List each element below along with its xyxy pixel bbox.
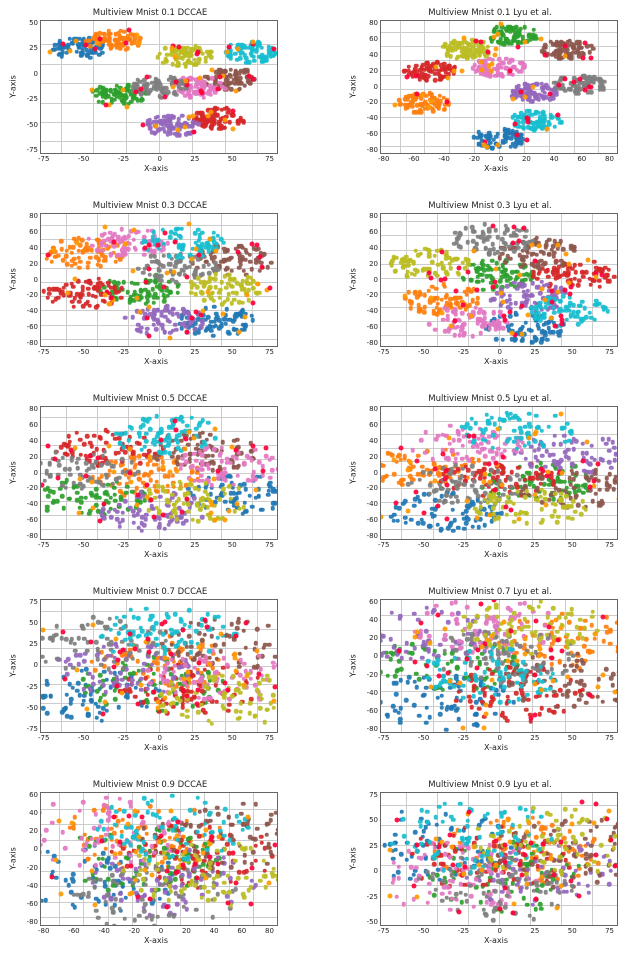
x-axis-label: X-axis [38,164,274,173]
y-axis-ticks: 6040200-20-40-60-80 [358,599,380,733]
plot-area [40,20,278,154]
y-axis-ticks: 7550250-25-50 [358,792,380,926]
panel-title: Multiview Mnist 0.9 Lyu et al. [348,780,632,790]
panel-title: Multiview Mnist 0.5 DCCAE [8,394,292,404]
y-axis-label: Y-axis [8,792,18,926]
y-axis-label: Y-axis [348,599,358,733]
x-axis-ticks: -75-50-250255075 [378,348,614,356]
scatter-panel: Multiview Mnist 0.9 Lyu et al. Y-axis7550… [348,780,632,945]
panel-title: Multiview Mnist 0.1 Lyu et al. [348,8,632,18]
x-axis-ticks: -75-50-250255075 [38,541,274,549]
x-axis-label: X-axis [378,936,614,945]
y-axis-label: Y-axis [348,213,358,347]
panel-title: Multiview Mnist 0.9 DCCAE [8,780,292,790]
y-axis-ticks: 6040200-20-40-60-80 [18,792,40,926]
y-axis-label: Y-axis [8,599,18,733]
y-axis-ticks: 7550250-25-50-75 [18,599,40,733]
x-axis-label: X-axis [378,164,614,173]
y-axis-label: Y-axis [348,792,358,926]
x-axis-label: X-axis [378,550,614,559]
x-axis-ticks: -75-50-250255075 [378,927,614,935]
panel-title: Multiview Mnist 0.5 Lyu et al. [348,394,632,404]
scatter-panel: Multiview Mnist 0.3 Lyu et al. Y-axis8060… [348,201,632,366]
x-axis-ticks: -75-50-250255075 [378,734,614,742]
scatter-panel: Multiview Mnist 0.5 DCCAE Y-axis806040200… [8,394,292,559]
x-axis-label: X-axis [378,743,614,752]
panel-title: Multiview Mnist 0.1 DCCAE [8,8,292,18]
panel-title: Multiview Mnist 0.7 DCCAE [8,587,292,597]
x-axis-ticks: -75-50-250255075 [38,155,274,163]
scatter-panel: Multiview Mnist 0.1 DCCAE Y-axis50250-25-… [8,8,292,173]
plot-area [40,406,278,540]
plot-area [380,20,618,154]
y-axis-ticks: 806040200-20-40-60-80 [358,20,380,154]
x-axis-ticks: -75-50-250255075 [38,348,274,356]
x-axis-label: X-axis [38,550,274,559]
plot-area [380,792,618,926]
y-axis-ticks: 806040200-20-40-60-80 [18,213,40,347]
scatter-panel: Multiview Mnist 0.1 Lyu et al. Y-axis8060… [348,8,632,173]
scatter-panel: Multiview Mnist 0.7 Lyu et al. Y-axis6040… [348,587,632,752]
plot-area [380,406,618,540]
y-axis-ticks: 806040200-20-40-60-80 [358,406,380,540]
x-axis-ticks: -80-60-40-20020406080 [38,927,274,935]
x-axis-ticks: -75-50-250255075 [378,541,614,549]
panel-title: Multiview Mnist 0.3 DCCAE [8,201,292,211]
y-axis-ticks: 806040200-20-40-60-80 [358,213,380,347]
scatter-panel: Multiview Mnist 0.3 DCCAE Y-axis806040200… [8,201,292,366]
x-axis-label: X-axis [38,743,274,752]
x-axis-label: X-axis [38,357,274,366]
x-axis-label: X-axis [378,357,614,366]
y-axis-label: Y-axis [8,20,18,154]
plot-area [380,599,618,733]
y-axis-label: Y-axis [348,406,358,540]
scatter-panel: Multiview Mnist 0.7 DCCAE Y-axis7550250-2… [8,587,292,752]
y-axis-label: Y-axis [348,20,358,154]
x-axis-ticks: -80-60-40-20020406080 [378,155,614,163]
scatter-panel: Multiview Mnist 0.9 DCCAE Y-axis6040200-2… [8,780,292,945]
x-axis-label: X-axis [38,936,274,945]
y-axis-label: Y-axis [8,406,18,540]
x-axis-ticks: -75-50-250255075 [38,734,274,742]
plot-area [380,213,618,347]
chart-grid: Multiview Mnist 0.1 DCCAEY-axis50250-25-… [8,8,632,945]
panel-title: Multiview Mnist 0.3 Lyu et al. [348,201,632,211]
scatter-panel: Multiview Mnist 0.5 Lyu et al. Y-axis8060… [348,394,632,559]
plot-area [40,213,278,347]
y-axis-ticks: 50250-25-50-75 [18,20,40,154]
y-axis-label: Y-axis [8,213,18,347]
plot-area [40,599,278,733]
plot-area [40,792,278,926]
y-axis-ticks: 806040200-20-40-60-80 [18,406,40,540]
panel-title: Multiview Mnist 0.7 Lyu et al. [348,587,632,597]
